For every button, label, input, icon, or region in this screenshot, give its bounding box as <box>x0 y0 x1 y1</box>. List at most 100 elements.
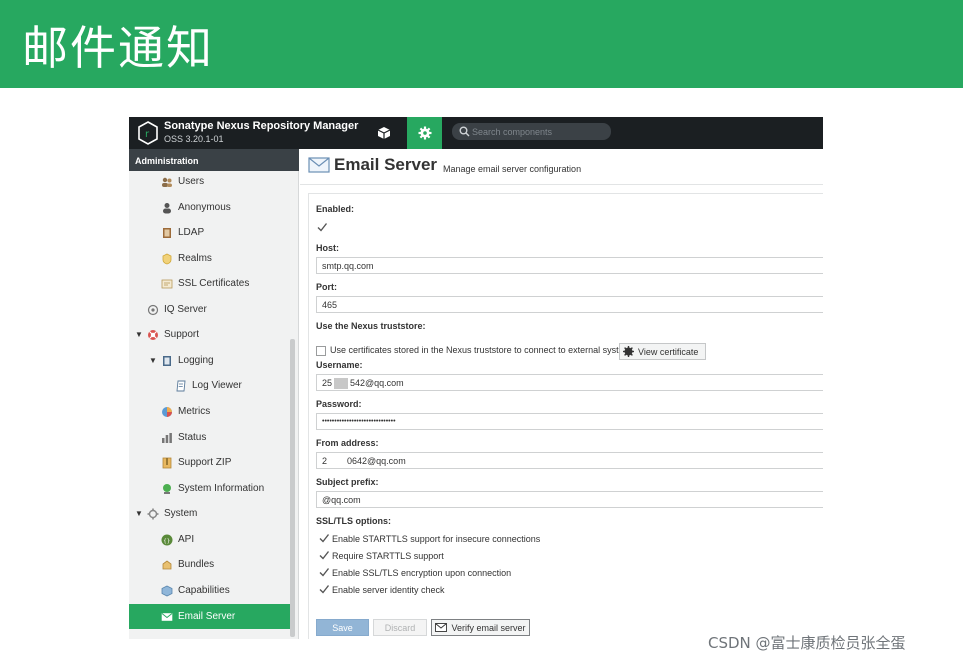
certificate-seal-icon <box>623 346 634 357</box>
sidebar-item-iq-server[interactable]: IQ Server <box>147 297 207 322</box>
sidebar-item-metrics[interactable]: Metrics <box>161 399 210 424</box>
sidebar-item-status[interactable]: Status <box>161 425 206 450</box>
enabled-checkbox[interactable] <box>316 221 328 233</box>
sidebar-item-label: Anonymous <box>178 202 231 213</box>
ssl-option-label: Enable server identity check <box>332 585 445 595</box>
support-zip-icon <box>161 457 173 469</box>
sidebar-item-label: Support ZIP <box>178 457 232 468</box>
capabilities-icon <box>161 585 173 597</box>
sidebar-item-label: Status <box>178 432 207 443</box>
browse-button[interactable] <box>371 117 397 149</box>
sidebar-item-label: Support <box>164 329 200 340</box>
chevron-down-icon[interactable]: ▼ <box>135 330 147 339</box>
subject-prefix-input[interactable]: @qq.com <box>316 491 823 508</box>
sidebar-item-label: Logging <box>178 355 214 366</box>
sidebar-item-ssl-certificates[interactable]: SSL Certificates <box>161 271 249 296</box>
truststore-text: Use certificates stored in the Nexus tru… <box>330 345 636 355</box>
sidebar-item-logging[interactable]: ▼ Logging <box>149 348 214 373</box>
logging-icon <box>161 355 173 367</box>
sidebar-item-capabilities[interactable]: Capabilities <box>161 578 230 603</box>
view-certificate-label: View certificate <box>638 346 699 357</box>
save-button[interactable]: Save <box>316 619 369 636</box>
from-address-input[interactable]: 2 0642@qq.com <box>316 452 823 469</box>
sidebar-item-api[interactable]: {} API <box>161 527 194 552</box>
sidebar-item-users[interactable]: Users <box>161 169 204 194</box>
support-icon <box>147 329 159 341</box>
anonymous-icon <box>161 202 173 214</box>
chevron-down-icon[interactable]: ▼ <box>149 356 161 365</box>
sidebar-item-label: Users <box>178 176 205 187</box>
watermark: CSDN @富士康质检员张全蛋 <box>708 634 906 652</box>
sidebar-item-label: API <box>178 534 195 545</box>
sidebar-item-log-viewer[interactable]: Log Viewer <box>175 373 242 398</box>
server-identity-checkbox[interactable] <box>318 583 330 595</box>
view-certificate-button[interactable]: View certificate <box>619 343 706 360</box>
chevron-down-icon[interactable]: ▼ <box>135 509 147 518</box>
username-input[interactable]: 25 542@qq.com <box>316 374 823 391</box>
sidebar-item-label: Email Server <box>178 611 236 622</box>
sidebar-item-bundles[interactable]: Bundles <box>161 552 214 577</box>
metrics-icon <box>161 406 173 418</box>
sidebar-item-system[interactable]: ▼ System <box>135 501 197 526</box>
search-input[interactable] <box>472 124 607 139</box>
sidebar-item-email-server[interactable]: Email Server <box>129 604 290 629</box>
svg-text:r: r <box>145 129 150 140</box>
sidebar-item-system-information[interactable]: System Information <box>161 476 264 501</box>
truststore-checkbox[interactable] <box>316 346 326 356</box>
sidebar-item-label: System Information <box>178 483 265 494</box>
page-subtitle: Manage email server configuration <box>443 164 582 174</box>
sidebar-item-label: LDAP <box>178 227 205 238</box>
username-suffix: 542@qq.com <box>350 378 404 388</box>
password-input[interactable]: •••••••••••••••••••••••••••••• <box>316 413 823 430</box>
ssl-option-label: Require STARTTLS support <box>332 551 444 561</box>
slide: 邮件通知 r Sonatype Nexus Repository Manager… <box>0 0 963 660</box>
from-address-label: From address: <box>316 438 379 448</box>
sidebar-item-realms[interactable]: Realms <box>161 246 212 271</box>
verify-email-server-button[interactable]: Verify email server <box>431 619 530 636</box>
sidebar-item-label: Log Viewer <box>192 380 242 391</box>
sidebar-item-label: Capabilities <box>178 585 230 596</box>
sidebar-item-ldap[interactable]: LDAP <box>161 220 204 245</box>
sidebar-item-label: Realms <box>178 253 212 264</box>
sidebar-item-label: IQ Server <box>164 304 207 315</box>
bundles-icon <box>161 559 173 571</box>
sidebar-item-support-zip[interactable]: Support ZIP <box>161 450 231 475</box>
envelope-icon <box>308 157 330 173</box>
sidebar-item-anonymous[interactable]: Anonymous <box>161 195 231 220</box>
ssl-encryption-checkbox[interactable] <box>318 566 330 578</box>
email-icon <box>161 611 173 623</box>
search-box[interactable] <box>452 123 611 140</box>
subject-prefix-label: Subject prefix: <box>316 477 379 487</box>
password-label: Password: <box>316 399 362 409</box>
email-server-form: Enabled: Host: smtp.qq.com Port: 465 Use… <box>308 193 823 639</box>
page-header: Email Server Manage email server configu… <box>300 149 823 185</box>
page-title: Email Server <box>334 155 438 174</box>
administration-button[interactable] <box>407 117 442 149</box>
enabled-label: Enabled: <box>316 204 355 214</box>
slide-banner: 邮件通知 <box>0 0 963 88</box>
port-input[interactable]: 465 <box>316 296 823 313</box>
app-version: OSS 3.20.1-01 <box>164 134 224 144</box>
main-content: Email Server Manage email server configu… <box>300 149 823 639</box>
users-icon <box>161 176 173 188</box>
redaction-gap <box>327 456 347 467</box>
system-information-icon <box>161 483 173 495</box>
truststore-label: Use the Nexus truststore: <box>316 321 426 331</box>
system-icon <box>147 508 159 520</box>
from-address-suffix: 0642@qq.com <box>347 456 406 466</box>
sidebar-scrollbar[interactable] <box>290 339 295 637</box>
top-bar: r Sonatype Nexus Repository Manager OSS … <box>129 117 823 149</box>
sidebar-item-support[interactable]: ▼ Support <box>135 322 199 347</box>
host-input[interactable]: smtp.qq.com <box>316 257 823 274</box>
username-prefix: 25 <box>322 378 333 388</box>
sidebar-item-label: Metrics <box>178 406 211 417</box>
ssl-option-label: Enable STARTTLS support for insecure con… <box>332 534 541 544</box>
starttls-enable-checkbox[interactable] <box>318 532 330 544</box>
realms-icon <box>161 253 173 265</box>
search-icon <box>459 126 470 137</box>
slide-title: 邮件通知 <box>22 21 214 75</box>
discard-button[interactable]: Discard <box>373 619 427 636</box>
sidebar: Administration Users Anonymous LDAP Real… <box>129 149 299 639</box>
nexus-logo-icon: r <box>138 121 158 145</box>
starttls-require-checkbox[interactable] <box>318 549 330 561</box>
